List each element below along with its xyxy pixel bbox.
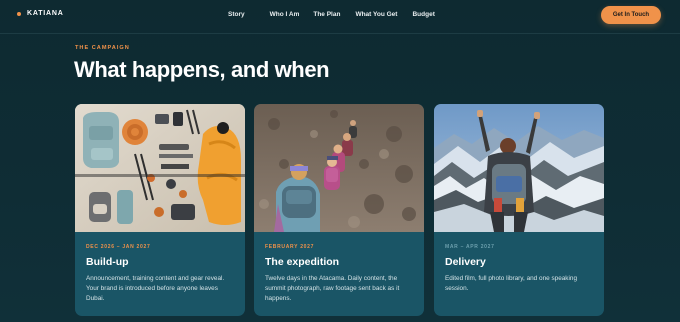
nav-link-story[interactable]: Story (228, 11, 245, 18)
card-date: MAR – APR 2027 (445, 244, 495, 250)
card-body: MAR – APR 2027 Delivery Edited film, ful… (445, 244, 595, 294)
timeline-card-delivery[interactable]: MAR – APR 2027 Delivery Edited film, ful… (434, 104, 604, 316)
timeline-card-expedition[interactable]: FEBRUARY 2027 The expedition Twelve days… (254, 104, 424, 316)
card-body: FEBRUARY 2027 The expedition Twelve days… (265, 244, 415, 304)
section-eyebrow: THE CAMPAIGN (75, 45, 130, 51)
summit-celebration-photo (434, 104, 604, 232)
card-date: DEC 2026 – JAN 2027 (86, 244, 151, 250)
card-body: DEC 2026 – JAN 2027 Build-up Announcemen… (86, 244, 236, 304)
brand-dot-icon (17, 11, 21, 16)
nav-link-what-you-get[interactable]: What You Get (355, 11, 397, 18)
nav-link-budget[interactable]: Budget (412, 11, 434, 18)
nav-link-who-i-am[interactable]: Who I Am (270, 11, 300, 18)
card-date: FEBRUARY 2027 (265, 244, 315, 250)
timeline-card-build-up[interactable]: DEC 2026 – JAN 2027 Build-up Announcemen… (75, 104, 245, 316)
hikers-trail-photo (254, 104, 424, 232)
card-description: Announcement, training content and gear … (86, 275, 225, 302)
card-description: Edited film, full photo library, and one… (445, 275, 578, 292)
top-nav: KATIANA Story Who I Am The Plan What You… (0, 0, 680, 34)
gear-flatlay-photo (75, 104, 245, 232)
card-description: Twelve days in the Atacama. Daily conten… (265, 275, 400, 302)
card-title: Delivery (445, 256, 486, 268)
brand-name: KATIANA (27, 10, 64, 17)
nav-link-the-plan[interactable]: The Plan (313, 11, 340, 18)
nav-links: Story Who I Am The Plan What You Get Bud… (228, 11, 435, 18)
section-title: What happens, and when (74, 57, 330, 82)
card-title: The expedition (265, 256, 340, 268)
get-in-touch-button[interactable]: Get In Touch (601, 6, 661, 24)
card-title: Build-up (86, 256, 129, 268)
brand[interactable]: KATIANA (17, 10, 64, 17)
page: KATIANA Story Who I Am The Plan What You… (0, 0, 680, 322)
